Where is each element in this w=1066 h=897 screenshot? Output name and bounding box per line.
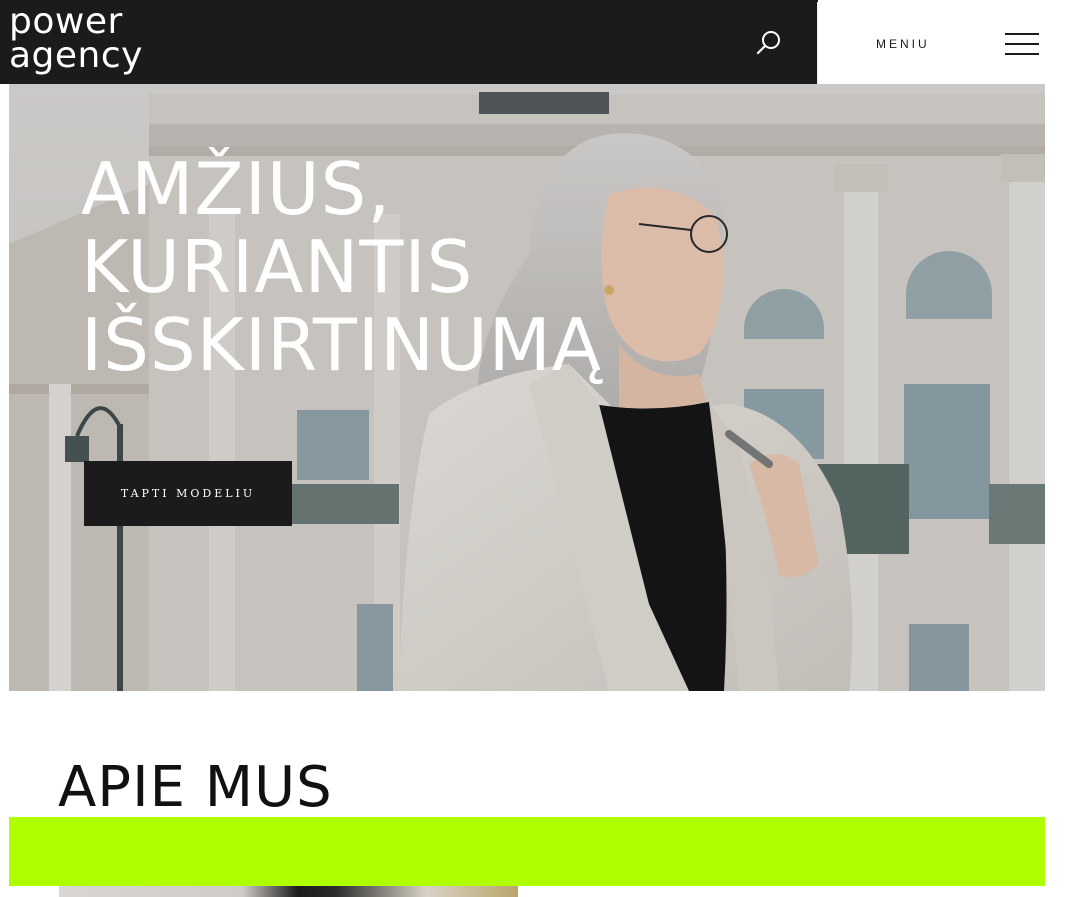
logo[interactable]: power agency <box>9 1 159 77</box>
menu-label[interactable]: MENIU <box>876 37 930 51</box>
hero-title: AMŽIUS, KURIANTIS IŠSKIRTINUMĄ <box>81 150 602 384</box>
become-model-button[interactable]: TAPTI MODELIU <box>84 461 292 526</box>
search-icon[interactable] <box>752 26 786 60</box>
hamburger-icon[interactable] <box>1005 31 1041 57</box>
hero-title-line-2: KURIANTIS <box>81 225 474 309</box>
site-header: power agency MENIU <box>0 0 1066 84</box>
hero-title-line-1: AMŽIUS, <box>81 147 392 231</box>
logo-line-1: power <box>9 1 123 42</box>
logo-line-2: agency <box>9 35 143 76</box>
about-image <box>59 886 518 897</box>
hero-section: AMŽIUS, KURIANTIS IŠSKIRTINUMĄ TAPTI MOD… <box>9 84 1045 691</box>
hero-title-line-3: IŠSKIRTINUMĄ <box>81 303 603 387</box>
header-dark-bar: power agency <box>0 0 818 84</box>
accent-band <box>9 817 1045 886</box>
about-title: APIE MUS <box>58 755 333 820</box>
